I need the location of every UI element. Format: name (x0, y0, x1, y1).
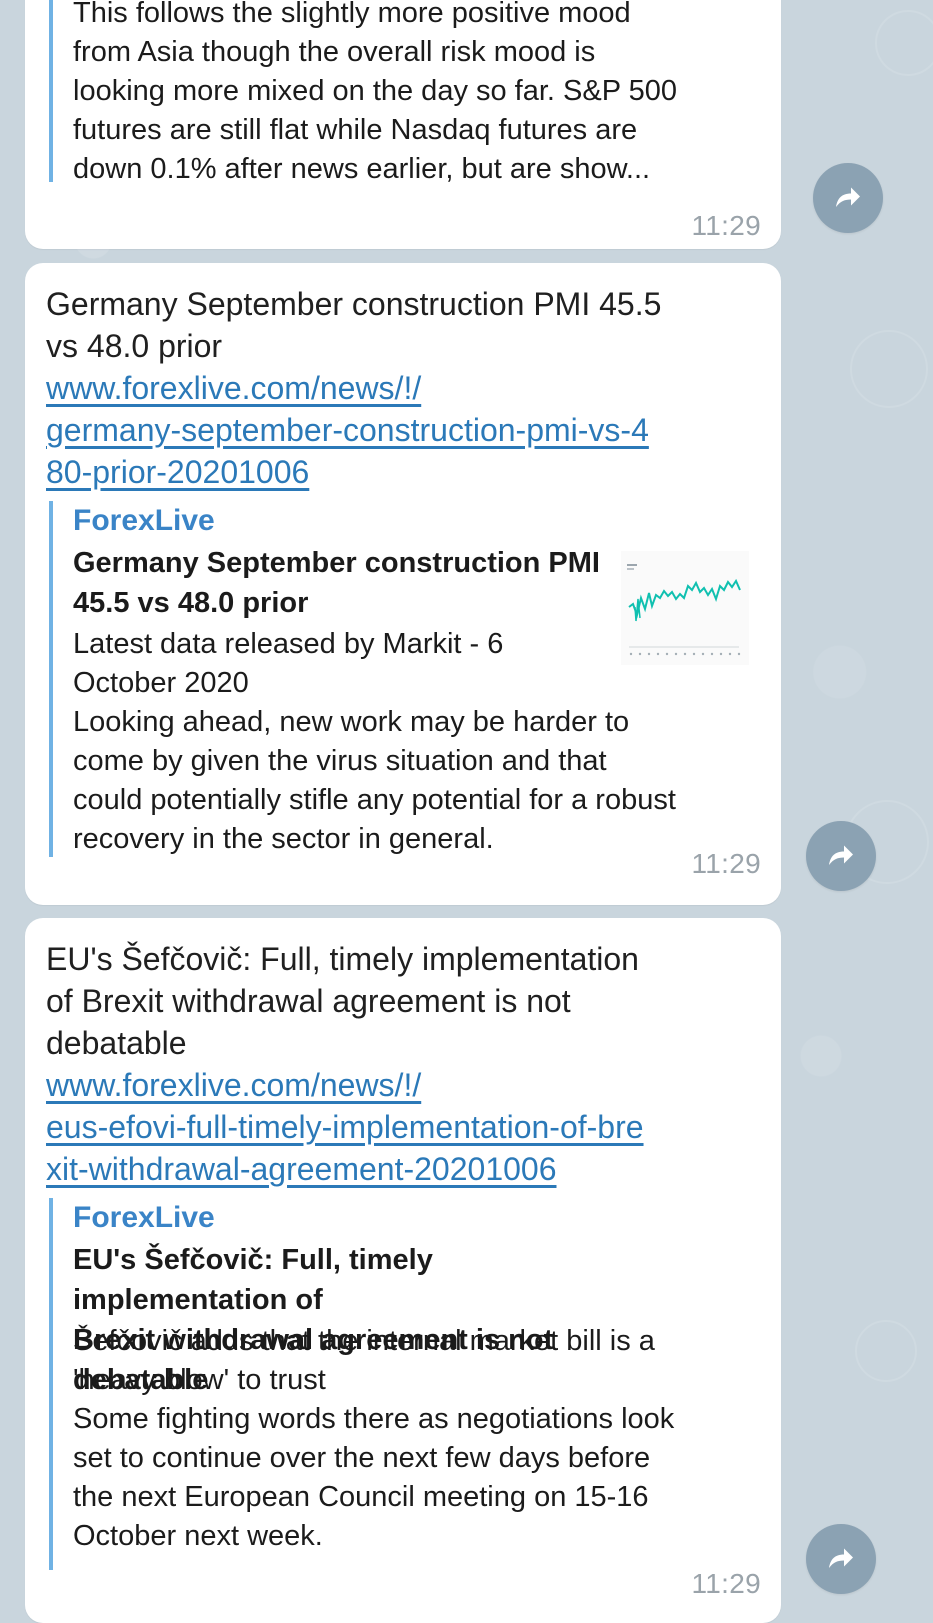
preview-description: Šefčovič adds that the internal market b… (73, 1325, 675, 1552)
channel-message[interactable]: This follows the slightly more positive … (25, 0, 781, 249)
preview-site-name: ForexLive (73, 1201, 215, 1234)
message-timestamp: 11:29 (691, 848, 761, 879)
background-doodle (875, 10, 933, 76)
article-link[interactable]: www.forexlive.com/news/!/ germany-septem… (46, 367, 766, 493)
message-timestamp: 11:29 (691, 1568, 761, 1599)
background-doodle (855, 1320, 917, 1382)
preview-site-name: ForexLive (73, 504, 215, 537)
preview-description: This follows the slightly more positive … (73, 0, 677, 185)
link-preview-content: This follows the slightly more positive … (73, 0, 757, 185)
message-timestamp: 11:29 (691, 210, 761, 241)
message-headline: Germany September construction PMI 45.5 … (46, 286, 662, 364)
share-button[interactable] (806, 821, 876, 891)
share-arrow-icon (829, 1548, 853, 1568)
share-arrow-icon (836, 187, 860, 207)
share-arrow-icon (829, 845, 853, 865)
link-preview-content: ForexLive Germany September construction… (73, 501, 757, 857)
channel-message[interactable]: Germany September construction PMI 45.5 … (25, 263, 781, 905)
link-preview-content: ForexLive EU's Šefčovič: Full, timely im… (73, 1198, 757, 1570)
article-link[interactable]: www.forexlive.com/news/!/ eus-efovi-full… (46, 1064, 766, 1190)
link-preview[interactable]: This follows the slightly more positive … (49, 0, 757, 185)
share-button[interactable] (813, 163, 883, 233)
preview-title: Germany September construction PMI 45.5 … (73, 547, 600, 619)
share-button[interactable] (806, 1524, 876, 1594)
link-preview[interactable]: ForexLive EU's Šefčovič: Full, timely im… (49, 1198, 757, 1570)
channel-message[interactable]: EU's Šefčovič: Full, timely implementati… (25, 918, 781, 1623)
background-doodle (850, 330, 928, 408)
message-headline: EU's Šefčovič: Full, timely implementati… (46, 941, 639, 1061)
link-preview[interactable]: ForexLive Germany September construction… (49, 501, 757, 857)
preview-description: Latest data released by Markit - 6 Octob… (73, 628, 676, 855)
